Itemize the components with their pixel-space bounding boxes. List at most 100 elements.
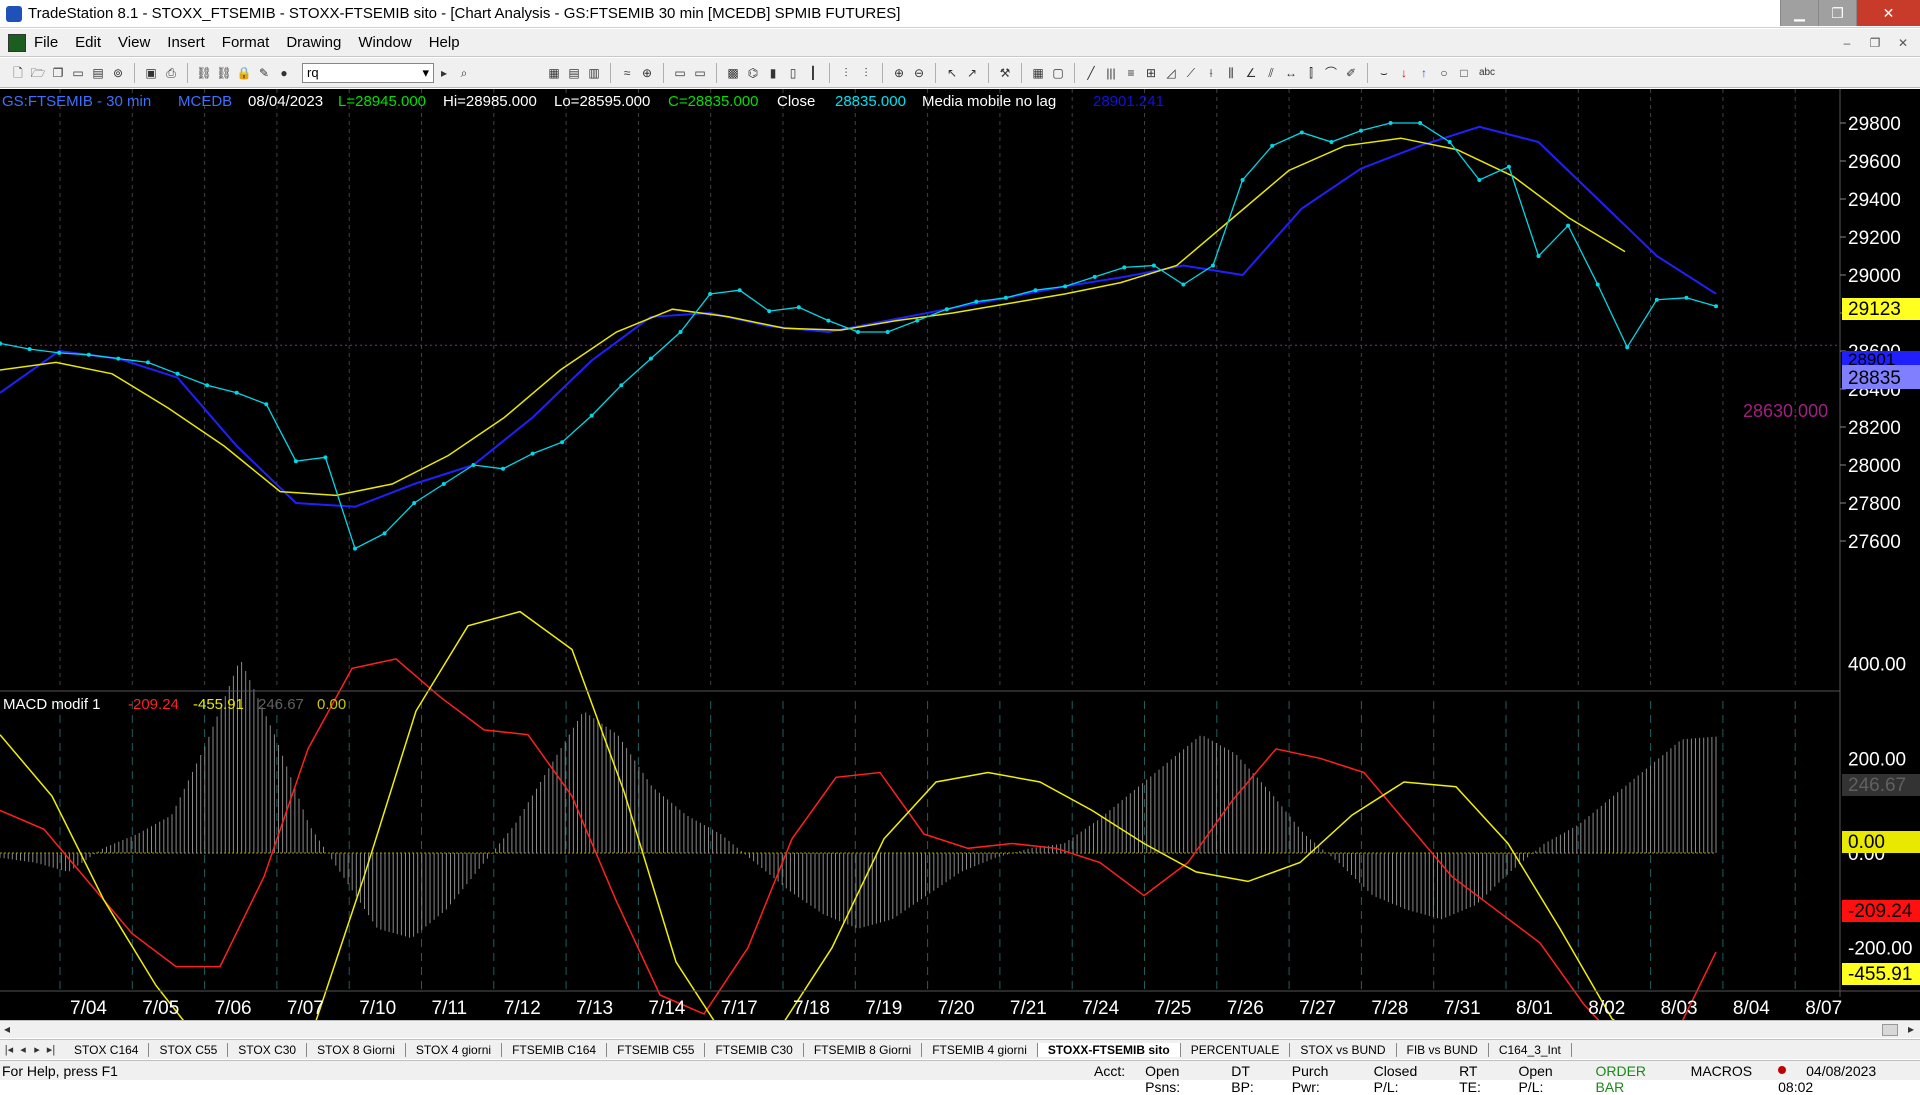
scroll-left-icon[interactable]: ◂ bbox=[4, 1022, 10, 1036]
menu-view[interactable]: View bbox=[118, 34, 150, 51]
tools-icon[interactable]: ✎ bbox=[256, 65, 272, 81]
layout-icon[interactable]: ▤ bbox=[90, 65, 106, 81]
hammer-icon[interactable]: ⚒ bbox=[997, 65, 1013, 81]
scroll-right-icon[interactable]: ▸ bbox=[1908, 1022, 1914, 1036]
depth-icon[interactable]: ⌬ bbox=[745, 65, 761, 81]
arrows-icon[interactable]: ↔ bbox=[1283, 65, 1299, 81]
tab-next-icon[interactable]: ▸ bbox=[30, 1043, 44, 1056]
tab-ftsemib-c164[interactable]: FTSEMIB C164 bbox=[502, 1042, 608, 1057]
tab-prev-icon[interactable]: ◂ bbox=[16, 1043, 30, 1056]
link2-icon[interactable]: ⛓ bbox=[216, 65, 232, 81]
symbol-input[interactable]: rq ▾ bbox=[302, 62, 434, 83]
matrix-icon[interactable]: ▩ bbox=[725, 65, 741, 81]
menu-file[interactable]: File bbox=[34, 34, 58, 51]
go-arrow-icon[interactable]: ▸ bbox=[436, 65, 452, 81]
copy-windows-icon[interactable]: ❐ bbox=[50, 65, 66, 81]
new-document-icon[interactable]: 🗋 bbox=[10, 65, 26, 81]
spreadsheet-icon[interactable]: ▥ bbox=[586, 65, 602, 81]
link-icon[interactable]: ⛓ bbox=[196, 65, 212, 81]
tab-stox-vs-bund[interactable]: STOX vs BUND bbox=[1290, 1042, 1397, 1057]
maximize-button[interactable]: ❐ bbox=[1818, 0, 1856, 26]
menu-help[interactable]: Help bbox=[429, 34, 460, 51]
tab-stox-c164[interactable]: STOX C164 bbox=[64, 1042, 150, 1057]
rectangle-icon[interactable]: □ bbox=[1456, 65, 1472, 81]
chart-area[interactable]: GS:FTSEMIB - 30 min MCEDB 08/04/2023 L=2… bbox=[0, 89, 1920, 1020]
window-tile-icon[interactable]: ▦ bbox=[546, 65, 562, 81]
chevron-down-icon[interactable]: ▾ bbox=[422, 65, 429, 81]
tab-percentuale[interactable]: PERCENTUALE bbox=[1181, 1042, 1291, 1057]
scroll-thumb[interactable] bbox=[1882, 1024, 1898, 1036]
menu-insert[interactable]: Insert bbox=[167, 34, 205, 51]
menu-drawing[interactable]: Drawing bbox=[286, 34, 341, 51]
tab-stox-c55[interactable]: STOX C55 bbox=[149, 1042, 229, 1057]
tab-first-icon[interactable]: |◂ bbox=[2, 1043, 16, 1056]
speed-lines-icon[interactable]: ⟋ bbox=[1183, 65, 1199, 81]
tab-stox-8-giorni[interactable]: STOX 8 Giorni bbox=[307, 1042, 406, 1057]
data-window-icon[interactable]: ▦ bbox=[1030, 65, 1046, 81]
lookup-icon[interactable]: ⌕ bbox=[456, 65, 472, 81]
menu-edit[interactable]: Edit bbox=[75, 34, 101, 51]
chart-analysis-icon[interactable]: ≈ bbox=[619, 65, 635, 81]
tab-ftsemib-4-giorni[interactable]: FTSEMIB 4 giorni bbox=[922, 1042, 1038, 1057]
fan-icon[interactable]: ◿ bbox=[1163, 65, 1179, 81]
mdi-close-button[interactable]: ✕ bbox=[1892, 33, 1914, 53]
insert-window-icon[interactable]: ▭ bbox=[672, 65, 688, 81]
open-folder-icon[interactable]: 🗁 bbox=[30, 65, 46, 81]
clipboard-icon[interactable]: ▢ bbox=[1050, 65, 1066, 81]
new-workspace-icon[interactable]: ▭ bbox=[70, 65, 86, 81]
tab-stoxx-ftsemib-sito[interactable]: STOXX-FTSEMIB sito bbox=[1037, 1042, 1181, 1057]
circle-icon[interactable]: ○ bbox=[1436, 65, 1452, 81]
macros-button[interactable]: MACROS bbox=[1691, 1063, 1772, 1095]
curve-icon[interactable]: ⌣ bbox=[1376, 65, 1392, 81]
angle-icon[interactable]: ∠ bbox=[1243, 65, 1259, 81]
menu-format[interactable]: Format bbox=[222, 34, 270, 51]
order-bar-button[interactable]: ORDER BAR bbox=[1595, 1063, 1670, 1095]
regression-icon[interactable]: ⫿ bbox=[1303, 65, 1319, 81]
chart-svg[interactable]: GS:FTSEMIB - 30 min MCEDB 08/04/2023 L=2… bbox=[0, 89, 1920, 1020]
renko-icon[interactable]: ⫶ bbox=[858, 65, 874, 81]
bar-chart-icon[interactable]: ⫶ bbox=[838, 65, 854, 81]
up-arrow-icon[interactable]: ↑ bbox=[1416, 65, 1432, 81]
arc-icon[interactable]: ⌒ bbox=[1323, 65, 1339, 81]
tab-fib-vs-bund[interactable]: FIB vs BUND bbox=[1397, 1042, 1489, 1057]
vertical-lines-icon[interactable]: ||| bbox=[1103, 65, 1119, 81]
volume-icon[interactable]: ▮ bbox=[765, 65, 781, 81]
mdi-minimize-button[interactable]: – bbox=[1836, 33, 1858, 53]
mdi-restore-button[interactable]: ❐ bbox=[1864, 33, 1886, 53]
gann-icon[interactable]: ⟊ bbox=[1203, 65, 1219, 81]
text-tool-icon[interactable]: abc bbox=[1476, 65, 1498, 81]
tab-stox-c30[interactable]: STOX C30 bbox=[228, 1042, 308, 1057]
chart-window-icon[interactable] bbox=[8, 33, 26, 52]
tab-stox-4-giorni[interactable]: STOX 4 giorni bbox=[406, 1042, 503, 1057]
tab-ftsemib-c55[interactable]: FTSEMIB C55 bbox=[607, 1042, 706, 1057]
binoculars-icon[interactable]: ⊚ bbox=[110, 65, 126, 81]
horizontal-scrollbar[interactable]: ◂ ▸ bbox=[0, 1020, 1920, 1038]
tab-ftsemib-c30[interactable]: FTSEMIB C30 bbox=[705, 1042, 804, 1057]
horizontal-lines-icon[interactable]: ≡ bbox=[1123, 65, 1139, 81]
tab-ftsemib-8-giorni[interactable]: FTSEMIB 8 Giorni bbox=[804, 1042, 923, 1057]
channel-icon[interactable]: ⫽ bbox=[1263, 65, 1279, 81]
tab-last-icon[interactable]: ▸| bbox=[44, 1043, 58, 1056]
menu-window[interactable]: Window bbox=[358, 34, 411, 51]
radar-icon[interactable]: ⊕ bbox=[639, 65, 655, 81]
down-arrow-icon[interactable]: ↓ bbox=[1396, 65, 1412, 81]
fib-icon[interactable]: ⊞ bbox=[1143, 65, 1159, 81]
tab-c164-3-int[interactable]: C164_3_Int bbox=[1489, 1042, 1572, 1057]
pointer-icon[interactable]: ↖ bbox=[944, 65, 960, 81]
zoom-out-icon[interactable]: ⊖ bbox=[911, 65, 927, 81]
minimize-button[interactable]: ▁ bbox=[1780, 0, 1818, 26]
save-icon[interactable]: ▣ bbox=[143, 65, 159, 81]
globe-icon[interactable]: ● bbox=[276, 65, 292, 81]
cycle-lines-icon[interactable]: ⫼ bbox=[1223, 65, 1239, 81]
candles-icon[interactable]: ┃ bbox=[805, 65, 821, 81]
zoom-in-icon[interactable]: ⊕ bbox=[891, 65, 907, 81]
insert-chart-icon[interactable]: ▭ bbox=[692, 65, 708, 81]
print-icon[interactable]: ⎙ bbox=[163, 65, 179, 81]
trendline-icon[interactable]: ╱ bbox=[1083, 65, 1099, 81]
pointer-plus-icon[interactable]: ↗ bbox=[964, 65, 980, 81]
pencil-icon[interactable]: ✐ bbox=[1343, 65, 1359, 81]
close-button[interactable]: ✕ bbox=[1856, 0, 1920, 26]
window-cascade-icon[interactable]: ▤ bbox=[566, 65, 582, 81]
histogram-icon[interactable]: ▯ bbox=[785, 65, 801, 81]
lock-icon[interactable]: 🔒 bbox=[236, 65, 252, 81]
